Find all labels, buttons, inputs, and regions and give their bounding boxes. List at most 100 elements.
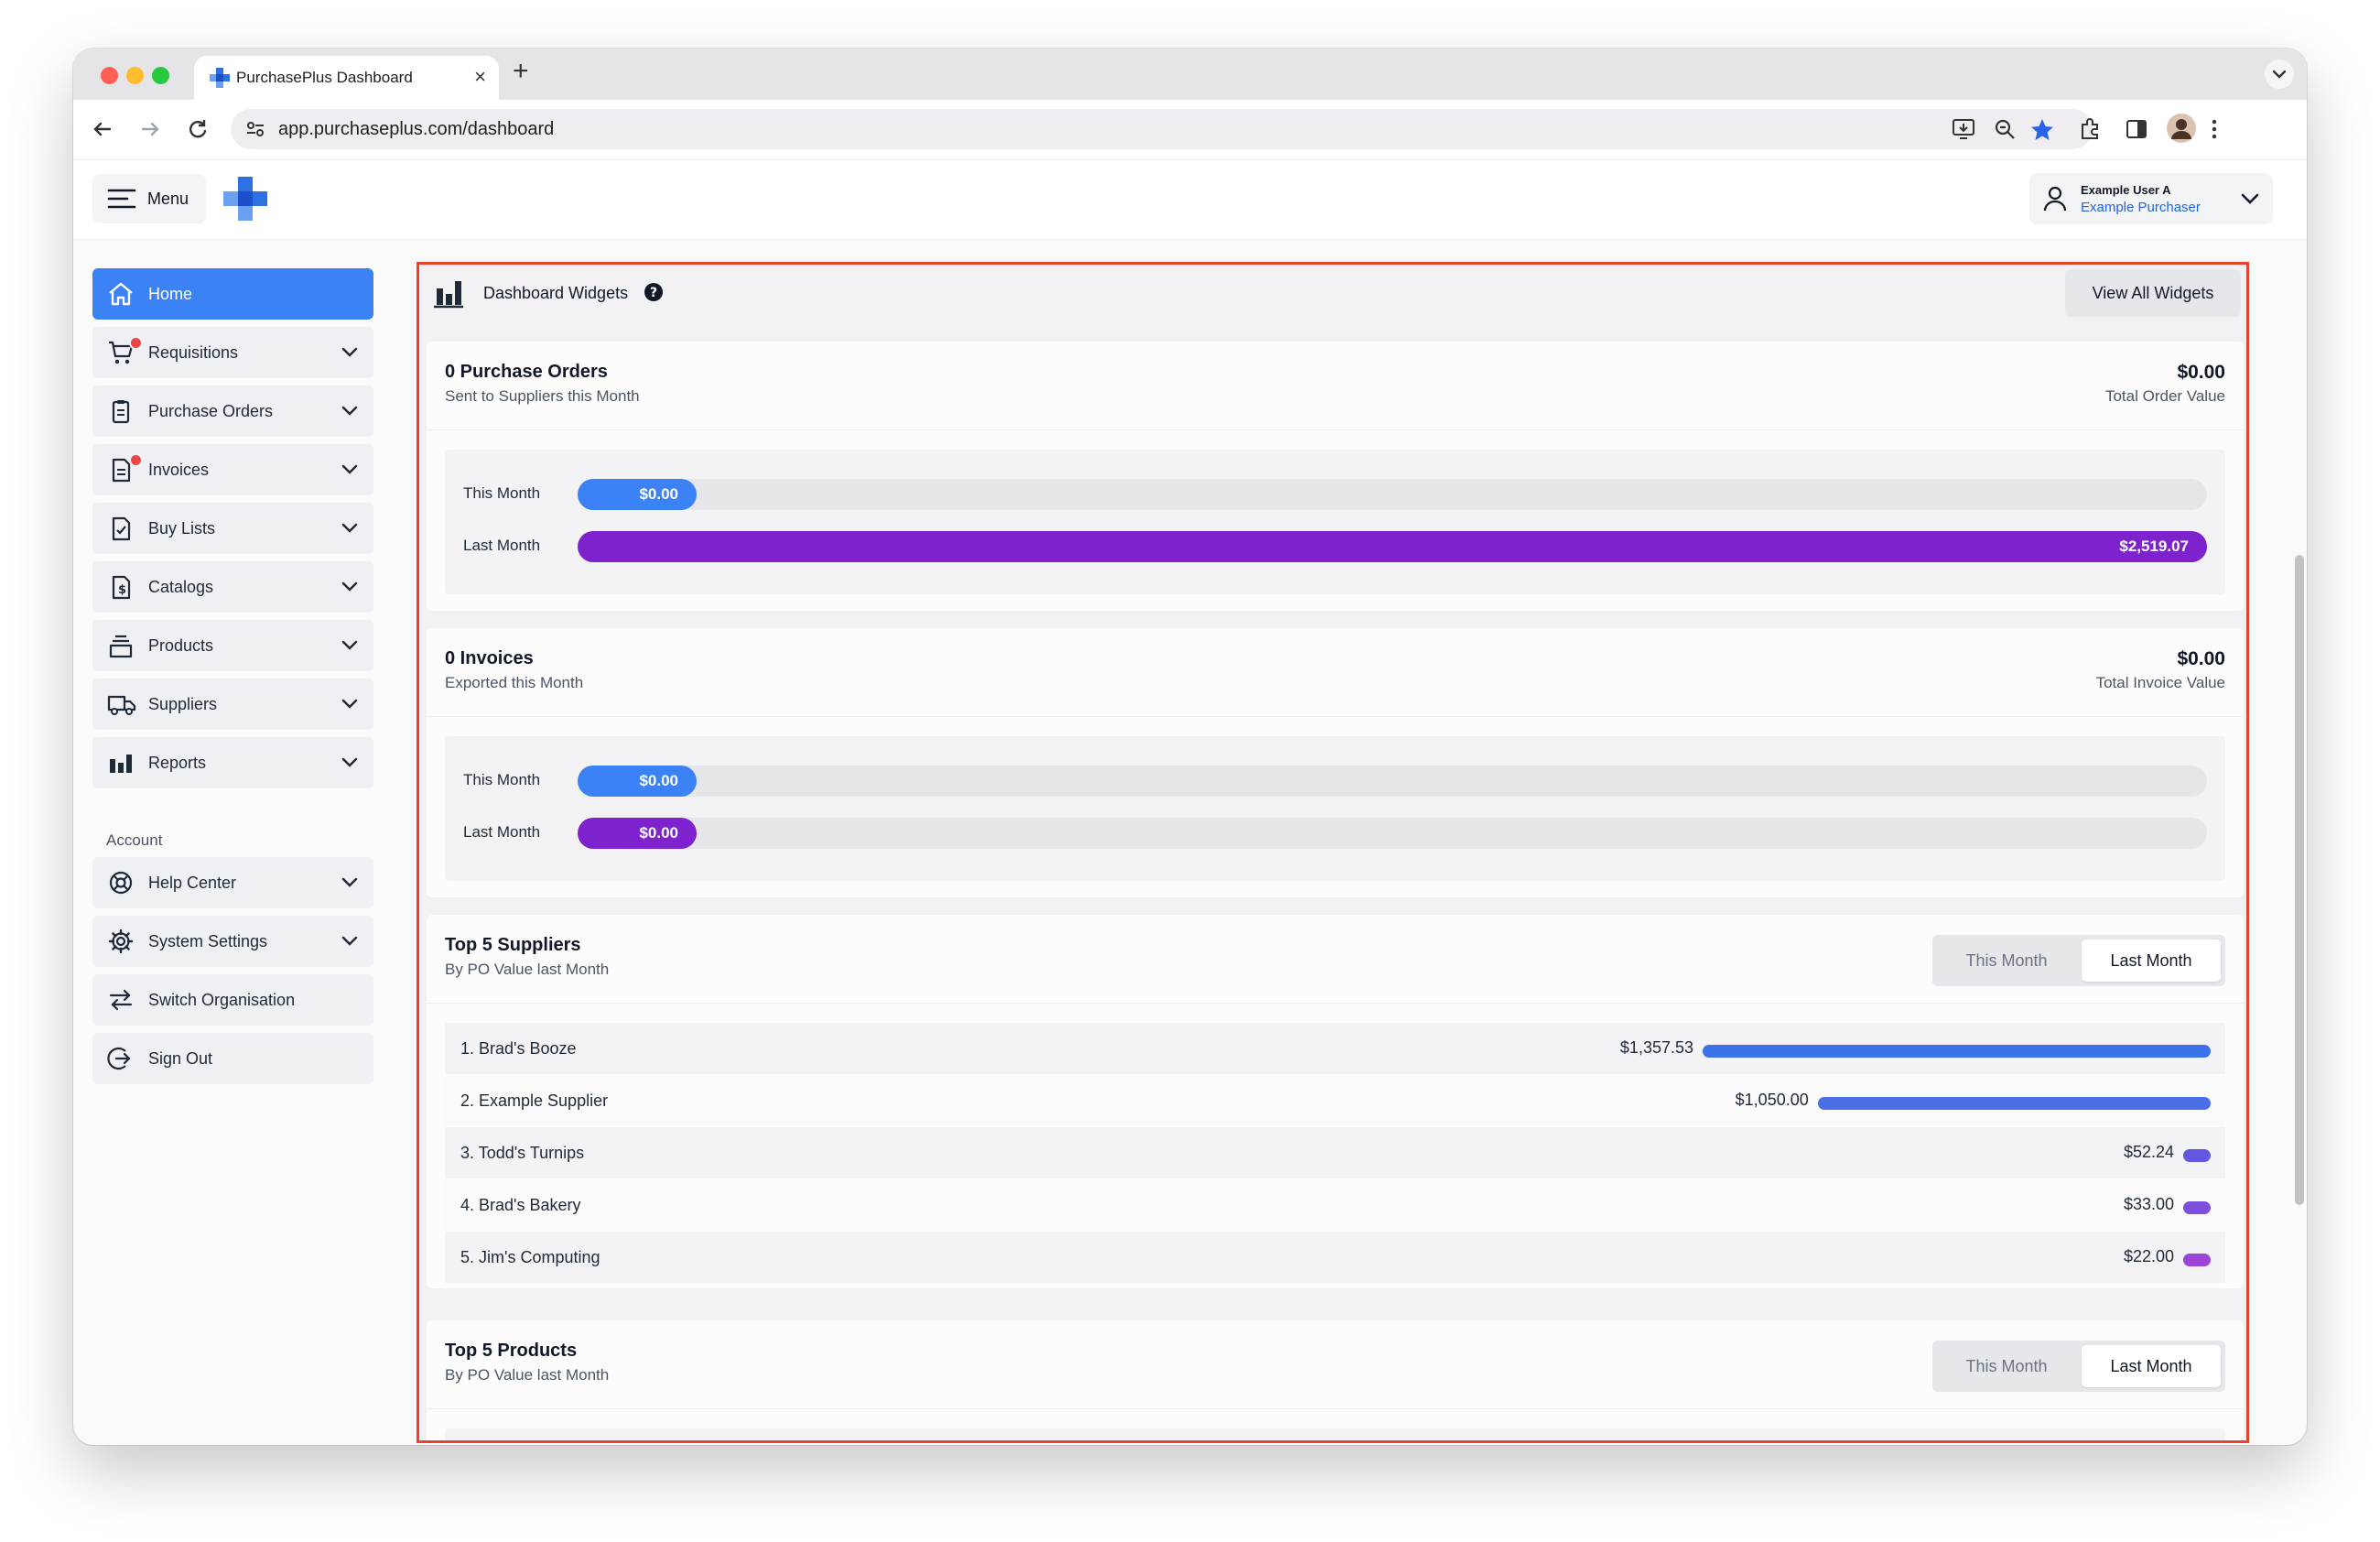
chevron-down-icon: [341, 523, 358, 533]
tab-close-icon[interactable]: ×: [474, 65, 486, 89]
supplier-amount: $22.00: [2123, 1247, 2174, 1265]
sidebar-item-label: Reports: [148, 754, 207, 772]
table-row[interactable]: 5. Jim's Computing $22.00: [445, 1232, 2225, 1283]
bar-chart-icon: [434, 281, 463, 309]
bar-track: $0.00: [578, 479, 2207, 510]
address-bar[interactable]: app.purchaseplus.com/dashboard: [231, 109, 2093, 149]
browser-menu-icon[interactable]: [2210, 116, 2219, 142]
chevron-down-icon: [341, 757, 358, 767]
purchaseplus-logo-icon[interactable]: [222, 176, 268, 222]
lifebuoy-icon: [109, 871, 133, 895]
clipboard-icon: [112, 400, 130, 424]
sidebar-item-home[interactable]: Home: [92, 268, 373, 320]
notification-badge: [129, 453, 143, 467]
sidebar-item-buy-lists[interactable]: Buy Lists: [92, 503, 373, 554]
home-icon: [109, 282, 133, 306]
chevron-down-icon: [2272, 70, 2287, 79]
bar-chart-icon: [110, 755, 132, 773]
table-row[interactable]: 3. Todd's Turnips $52.24: [445, 1127, 2225, 1178]
sidebar-item-label: Suppliers: [148, 695, 218, 713]
reload-icon[interactable]: [185, 116, 211, 142]
chevron-down-icon: [341, 699, 358, 709]
browser-window: PurchasePlus Dashboard × + app.purchasep…: [73, 49, 2307, 1445]
this-month-toggle-button[interactable]: This Month: [1937, 939, 2076, 982]
sidebar-item-requisitions[interactable]: Requisitions: [92, 327, 373, 378]
bar-fill: $0.00: [578, 479, 697, 510]
purchase-orders-title: 0 Purchase Orders: [445, 362, 608, 382]
sidebar-item-catalogs[interactable]: $ Catalogs: [92, 561, 373, 613]
sidebar-item-system-settings[interactable]: System Settings: [92, 916, 373, 967]
supplier-amount: $1,357.53: [1619, 1038, 1693, 1057]
period-toggle: This Month Last Month: [1932, 935, 2225, 986]
maximize-window-button[interactable]: [152, 67, 169, 84]
close-window-button[interactable]: [101, 67, 118, 84]
divider: [427, 716, 2244, 717]
url-text: app.purchaseplus.com/dashboard: [278, 119, 555, 139]
sidebar-item-suppliers[interactable]: Suppliers: [92, 679, 373, 730]
supplier-value-bar: [2183, 1254, 2211, 1266]
sidebar-item-label: System Settings: [148, 932, 268, 950]
menu-button[interactable]: Menu: [92, 174, 206, 223]
zoom-icon[interactable]: [1992, 116, 2018, 142]
bar-label: Last Month: [463, 823, 541, 841]
sidebar-item-reports[interactable]: Reports: [92, 737, 373, 788]
purchase-orders-widget: 0 Purchase Orders Sent to Suppliers this…: [427, 342, 2244, 611]
bar-label: This Month: [463, 771, 541, 788]
sidebar-item-purchase-orders[interactable]: Purchase Orders: [92, 386, 373, 437]
invoices-widget: 0 Invoices Exported this Month $0.00 Tot…: [427, 628, 2244, 897]
sidebar-item-sign-out[interactable]: Sign Out: [92, 1033, 373, 1084]
forward-arrow-icon[interactable]: [137, 116, 163, 142]
user-menu-button[interactable]: Example User A Example Purchaser: [2029, 173, 2273, 224]
view-all-widgets-button[interactable]: View All Widgets: [2065, 269, 2241, 317]
side-panel-icon[interactable]: [2124, 116, 2149, 142]
bookmark-star-icon[interactable]: [2028, 116, 2056, 144]
supplier-value-bar: [2183, 1201, 2211, 1214]
po-bars: This Month $0.00 Last Month $2,519.07: [445, 450, 2225, 594]
sidebar-item-switch-organisation[interactable]: Switch Organisation: [92, 974, 373, 1026]
supplier-amount: $33.00: [2123, 1195, 2174, 1213]
top-suppliers-widget: Top 5 Suppliers By PO Value last Month T…: [427, 915, 2244, 1288]
widgets-header: Dashboard Widgets ? View All Widgets: [419, 265, 2246, 342]
sidebar-item-help-center[interactable]: Help Center: [92, 857, 373, 908]
extensions-icon[interactable]: [2078, 116, 2104, 142]
browser-tab[interactable]: PurchasePlus Dashboard ×: [194, 56, 499, 100]
supplier-value-bar: [2183, 1149, 2211, 1162]
sidebar-item-invoices[interactable]: Invoices: [92, 444, 373, 495]
new-tab-button[interactable]: +: [513, 56, 529, 87]
table-row[interactable]: 4. Brad's Bakery $33.00: [445, 1179, 2225, 1231]
help-icon[interactable]: ?: [644, 282, 664, 302]
this-month-toggle-button[interactable]: This Month: [1937, 1345, 2076, 1387]
top-products-table: [445, 1428, 2225, 1440]
back-arrow-icon[interactable]: [90, 116, 115, 142]
bar-value: $0.00: [639, 824, 678, 842]
last-month-toggle-button[interactable]: Last Month: [2082, 1345, 2221, 1387]
invoice-bars: This Month $0.00 Last Month $0.00: [445, 736, 2225, 881]
site-settings-icon[interactable]: [245, 119, 265, 139]
sidebar-item-products[interactable]: Products: [92, 620, 373, 671]
minimize-window-button[interactable]: [126, 67, 144, 84]
tab-search-button[interactable]: [2265, 60, 2294, 89]
table-row[interactable]: 1. Brad's Booze $1,357.53: [445, 1023, 2225, 1074]
checklist-icon: [112, 516, 131, 541]
bar-track: $0.00: [578, 818, 2207, 849]
divider: [427, 1003, 2244, 1004]
bar-label: Last Month: [463, 537, 541, 554]
bar-label: This Month: [463, 484, 541, 502]
chevron-down-icon: [341, 406, 358, 416]
supplier-value-bar: [1817, 1097, 2211, 1110]
menu-label: Menu: [147, 190, 189, 208]
chevron-down-icon: [341, 640, 358, 650]
page-scrollbar[interactable]: [2295, 555, 2304, 1205]
invoices-title: 0 Invoices: [445, 648, 534, 668]
supplier-amount: $1,050.00: [1735, 1091, 1809, 1109]
table-row[interactable]: 2. Example Supplier $1,050.00: [445, 1075, 2225, 1126]
bar-track: $0.00: [578, 766, 2207, 797]
supplier-name: 2. Example Supplier: [460, 1091, 609, 1110]
svg-text:?: ?: [650, 286, 657, 300]
last-month-toggle-button[interactable]: Last Month: [2082, 939, 2221, 982]
profile-avatar-icon[interactable]: [2166, 113, 2197, 144]
bar-fill: $0.00: [578, 818, 697, 849]
sign-out-icon: [107, 1047, 131, 1070]
sidebar-item-label: Catalogs: [148, 578, 214, 596]
install-app-icon[interactable]: [1951, 116, 1978, 142]
